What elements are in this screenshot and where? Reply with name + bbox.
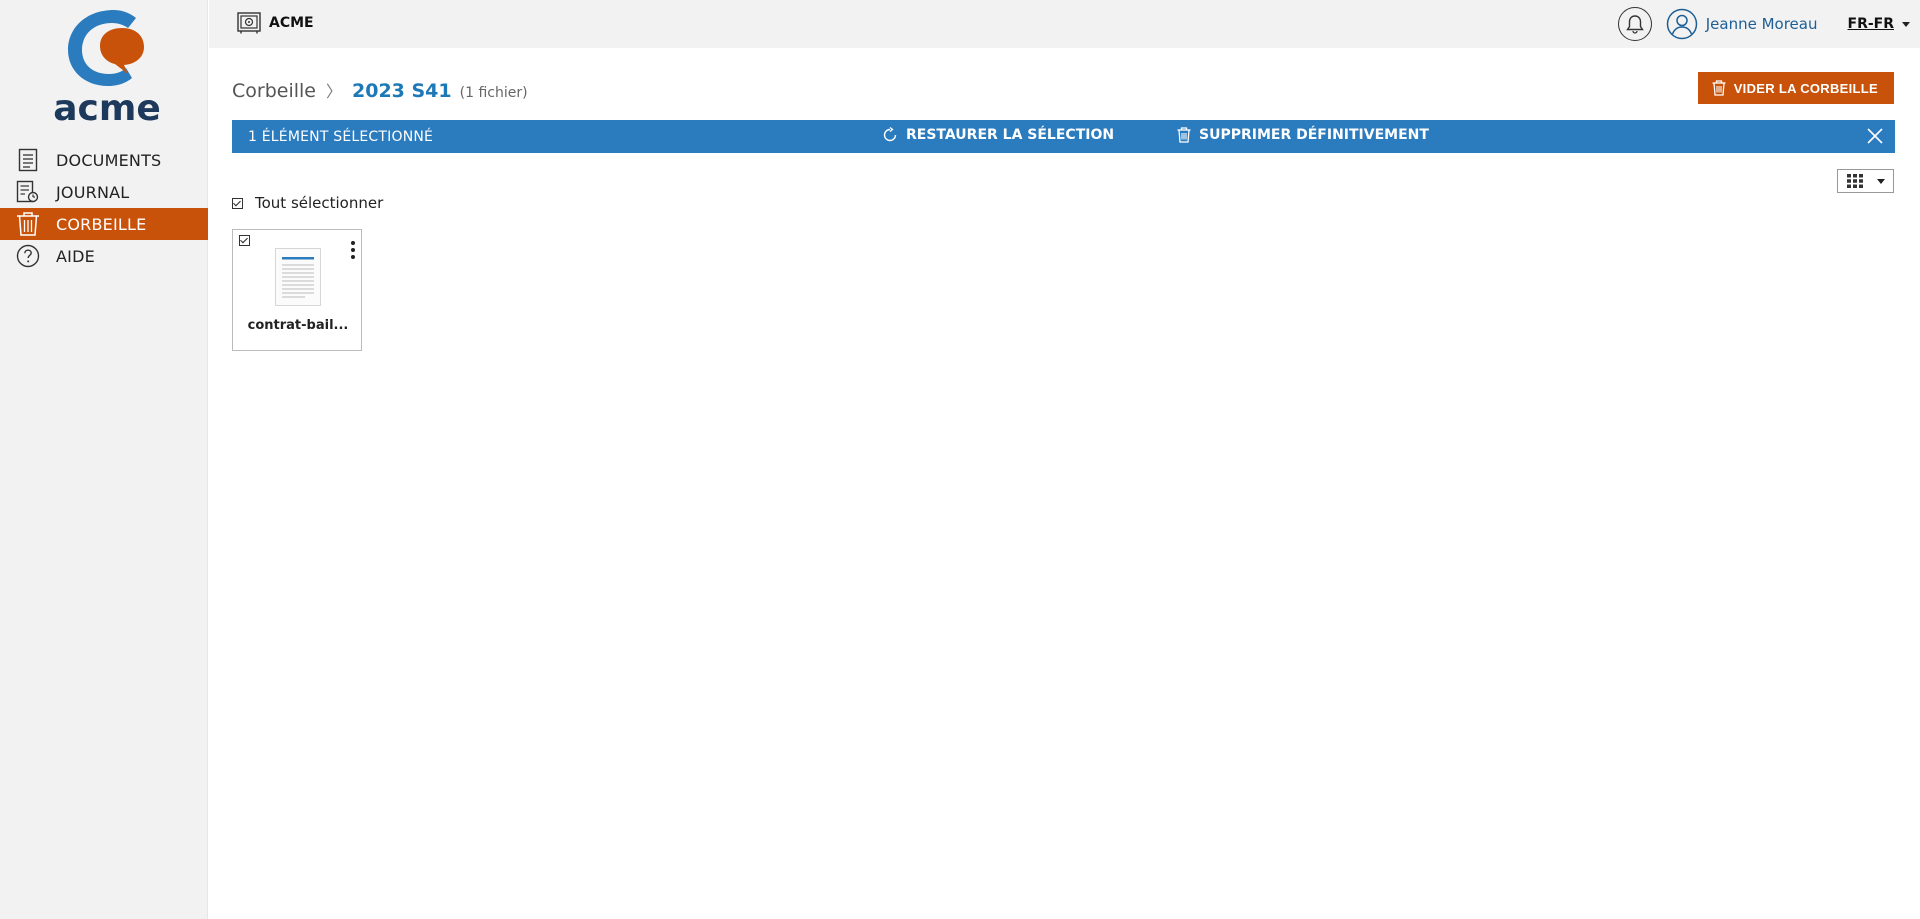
journal-icon [14,179,42,205]
more-options-icon[interactable] [351,241,355,259]
logo-mark-icon [68,10,144,86]
user-name: Jeanne Moreau [1705,15,1818,33]
breadcrumb-root[interactable]: Corbeille [232,80,316,102]
chevron-down-icon [1877,178,1885,184]
safe-icon [237,12,261,34]
restore-selection-button[interactable]: RESTAURER LA SÉLECTION [882,127,1114,143]
breadcrumb: Corbeille 〉 2023 S41 (1 fichier) [232,78,528,102]
notifications-button[interactable] [1617,7,1652,41]
trash-icon [14,211,42,237]
trash-icon [1712,80,1726,96]
select-all[interactable]: Tout sélectionner [232,194,383,212]
trash-icon [1177,127,1191,143]
sidebar-item-label: AIDE [56,246,95,266]
file-count: (1 fichier) [459,85,528,101]
sidebar-item-label: CORBEILLE [56,214,147,234]
sidebar-nav: DOCUMENTS JOURNAL CORBEILLE AIDE [0,144,208,272]
file-checkbox[interactable] [239,235,250,246]
empty-trash-label: VIDER LA CORBEILLE [1733,80,1878,96]
sidebar-item-journal[interactable]: JOURNAL [0,176,208,208]
restore-selection-label: RESTAURER LA SÉLECTION [906,127,1115,143]
select-all-checkbox[interactable] [232,197,243,209]
user-menu[interactable]: Jeanne Moreau [1666,8,1818,40]
breadcrumb-separator: 〉 [325,82,342,101]
brand[interactable]: ACME [237,12,314,34]
delete-permanently-label: SUPPRIMER DÉFINITIVEMENT [1199,127,1429,143]
sidebar-item-documents[interactable]: DOCUMENTS [0,144,208,176]
top-bar: ACME Jeanne Moreau FR-FR [209,0,1920,48]
breadcrumb-current: 2023 S41 [352,80,452,102]
top-right-controls: Jeanne Moreau FR-FR [1617,0,1920,48]
close-icon[interactable] [1867,128,1883,144]
language-selector[interactable]: FR-FR [1848,16,1895,32]
sidebar-item-label: JOURNAL [56,182,130,202]
avatar-icon [1666,8,1698,40]
help-icon [14,243,42,269]
selection-count: 1 ÉLÉMENT SÉLECTIONNÉ [248,129,434,145]
bell-icon [1625,14,1644,34]
grid-view-icon [1847,174,1863,188]
document-thumbnail-icon [275,248,321,306]
sidebar-item-label: DOCUMENTS [56,150,162,170]
acme-logo[interactable]: acme [52,6,162,129]
file-name: contrat-bail... [247,318,349,333]
chevron-down-icon[interactable] [1902,21,1910,27]
view-mode-dropdown[interactable] [1837,169,1894,193]
selection-bar: 1 ÉLÉMENT SÉLECTIONNÉ RESTAURER LA SÉLEC… [232,120,1895,153]
brand-name: ACME [269,15,314,31]
sidebar-item-corbeille[interactable]: CORBEILLE [0,208,208,240]
delete-permanently-button[interactable]: SUPPRIMER DÉFINITIVEMENT [1177,127,1429,143]
document-icon [14,147,42,173]
sidebar-item-aide[interactable]: AIDE [0,240,208,272]
logo-text: acme [53,88,161,129]
sidebar: acme DOCUMENTS JOURNAL CORBEILLE AIDE [0,0,208,919]
select-all-label: Tout sélectionner [255,194,384,212]
restore-icon [882,127,898,143]
file-card[interactable]: contrat-bail... [232,229,362,351]
empty-trash-button[interactable]: VIDER LA CORBEILLE [1697,72,1894,104]
